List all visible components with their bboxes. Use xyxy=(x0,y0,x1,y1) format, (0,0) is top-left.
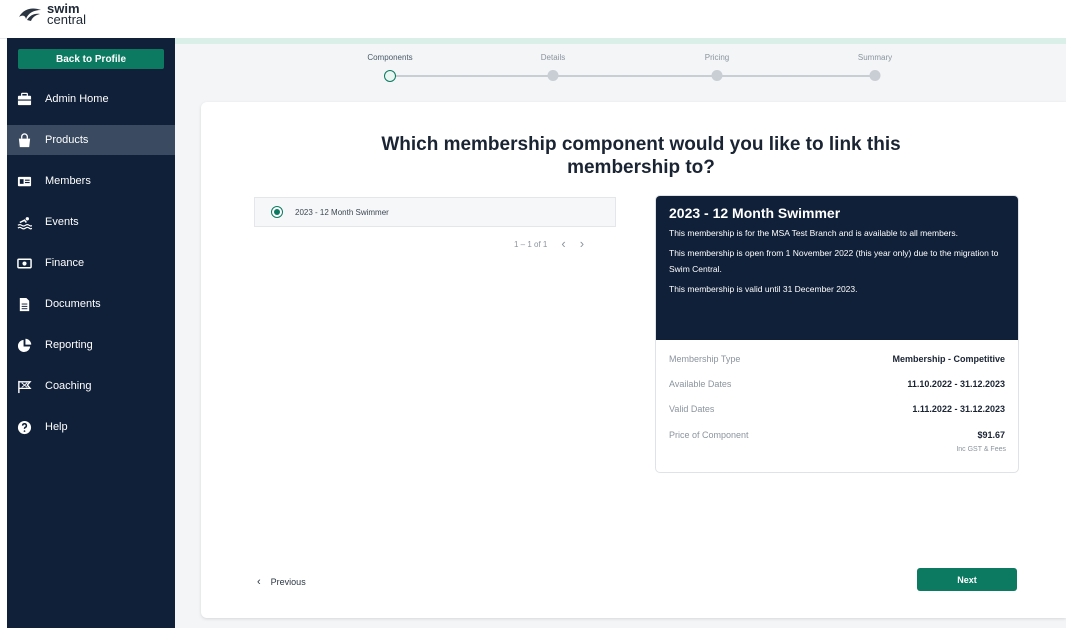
swimmer-icon xyxy=(16,214,32,230)
available-dates-row: Available Dates 11.10.2022 - 31.12.2023 xyxy=(669,379,1005,389)
step-components-label: Components xyxy=(367,53,413,62)
component-card: Which membership component would you lik… xyxy=(201,102,1066,618)
step-summary-dot[interactable] xyxy=(869,70,881,81)
detail-title: 2023 - 12 Month Swimmer xyxy=(669,205,841,221)
step-components-dot[interactable] xyxy=(384,70,396,82)
id-card-icon xyxy=(16,173,32,189)
pagination-range: 1 – 1 of 1 xyxy=(514,239,548,249)
sidebar-item-label: Documents xyxy=(45,298,101,310)
back-to-profile-button[interactable]: Back to Profile xyxy=(18,49,164,69)
available-dates-key: Available Dates xyxy=(669,379,732,389)
pie-chart-icon xyxy=(16,337,32,353)
detail-header: 2023 - 12 Month Swimmer This membership … xyxy=(656,196,1018,340)
sidebar-item-coaching[interactable]: Coaching xyxy=(7,371,175,401)
sidebar-item-label: Admin Home xyxy=(45,93,109,105)
step-details-dot[interactable] xyxy=(547,70,559,81)
flag-icon xyxy=(16,378,32,394)
chevron-left-icon: ‹ xyxy=(257,576,261,588)
sidebar-item-label: Help xyxy=(45,421,68,433)
price-note: Inc GST & Fees xyxy=(956,446,1006,453)
valid-dates-row: Valid Dates 1.11.2022 - 31.12.2023 xyxy=(669,404,1005,414)
previous-label: Previous xyxy=(270,577,306,587)
step-summary-label: Summary xyxy=(857,53,893,62)
pagination: 1 – 1 of 1 ‹ › xyxy=(514,237,584,250)
radio-selected-dot xyxy=(274,209,280,215)
sidebar-item-documents[interactable]: Documents xyxy=(7,289,175,319)
sidebar-item-label: Coaching xyxy=(45,380,92,392)
sidebar-item-products[interactable]: Products xyxy=(7,125,175,155)
sidebar-item-reporting[interactable]: Reporting xyxy=(7,330,175,360)
step-details-label: Details xyxy=(540,53,566,62)
step-pricing-label: Pricing xyxy=(704,53,730,62)
top-bar: swim central xyxy=(0,0,1066,39)
detail-desc-open-date: This membership is open from 1 November … xyxy=(669,248,999,274)
membership-type-row: Membership Type Membership - Competitive xyxy=(669,354,1005,364)
price-row: Price of Component $91.67 xyxy=(669,430,1005,440)
sidebar: Back to Profile Admin Home Products Memb… xyxy=(7,38,175,628)
page-title: Which membership component would you lik… xyxy=(381,134,901,178)
component-option-label: 2023 - 12 Month Swimmer xyxy=(295,207,389,217)
sidebar-item-events[interactable]: Events xyxy=(7,207,175,237)
swoosh-logo-icon xyxy=(19,8,41,21)
membership-type-value: Membership - Competitive xyxy=(892,354,1005,364)
membership-type-key: Membership Type xyxy=(669,354,741,364)
sidebar-item-label: Events xyxy=(45,216,79,228)
prev-page-chevron-icon[interactable]: ‹ xyxy=(561,237,565,250)
swim-central-logo[interactable]: swim central xyxy=(18,2,87,27)
document-icon xyxy=(16,296,32,312)
sidebar-item-label: Reporting xyxy=(45,339,93,351)
valid-dates-key: Valid Dates xyxy=(669,404,715,414)
progress-stepper: Components Details Pricing Summary xyxy=(175,44,1066,94)
previous-button[interactable]: ‹ Previous xyxy=(257,576,306,588)
component-radio[interactable] xyxy=(271,206,283,218)
available-dates-value: 11.10.2022 - 31.12.2023 xyxy=(907,379,1005,389)
sidebar-item-admin-home[interactable]: Admin Home xyxy=(7,84,175,114)
sidebar-item-label: Finance xyxy=(45,257,85,269)
price-value: $91.67 xyxy=(977,430,1005,440)
logo-line-2: central xyxy=(47,12,87,27)
sidebar-item-help[interactable]: Help xyxy=(7,412,175,442)
help-circle-icon xyxy=(16,419,32,435)
component-option-row[interactable]: 2023 - 12 Month Swimmer xyxy=(254,197,616,227)
shopping-bag-icon xyxy=(16,132,32,148)
sidebar-item-label: Members xyxy=(45,175,91,187)
logo-text: swim central xyxy=(47,2,87,27)
detail-desc-availability: This membership is for the MSA Test Bran… xyxy=(669,228,958,238)
stepper-track xyxy=(390,75,875,77)
price-key: Price of Component xyxy=(669,430,749,440)
main-content: Components Details Pricing Summary Which… xyxy=(175,38,1066,628)
next-button[interactable]: Next xyxy=(917,568,1017,591)
sidebar-item-finance[interactable]: Finance xyxy=(7,248,175,278)
membership-detail-panel: 2023 - 12 Month Swimmer This membership … xyxy=(655,195,1019,473)
detail-desc-valid-until: This membership is valid until 31 Decemb… xyxy=(669,284,858,294)
valid-dates-value: 1.11.2022 - 31.12.2023 xyxy=(912,404,1005,414)
banknote-icon xyxy=(16,255,32,271)
sidebar-item-members[interactable]: Members xyxy=(7,166,175,196)
detail-description: This membership is for the MSA Test Bran… xyxy=(669,225,1004,301)
step-pricing-dot[interactable] xyxy=(711,70,723,81)
next-page-chevron-icon[interactable]: › xyxy=(580,237,584,250)
briefcase-icon xyxy=(16,91,32,107)
sidebar-item-label: Products xyxy=(45,134,89,146)
